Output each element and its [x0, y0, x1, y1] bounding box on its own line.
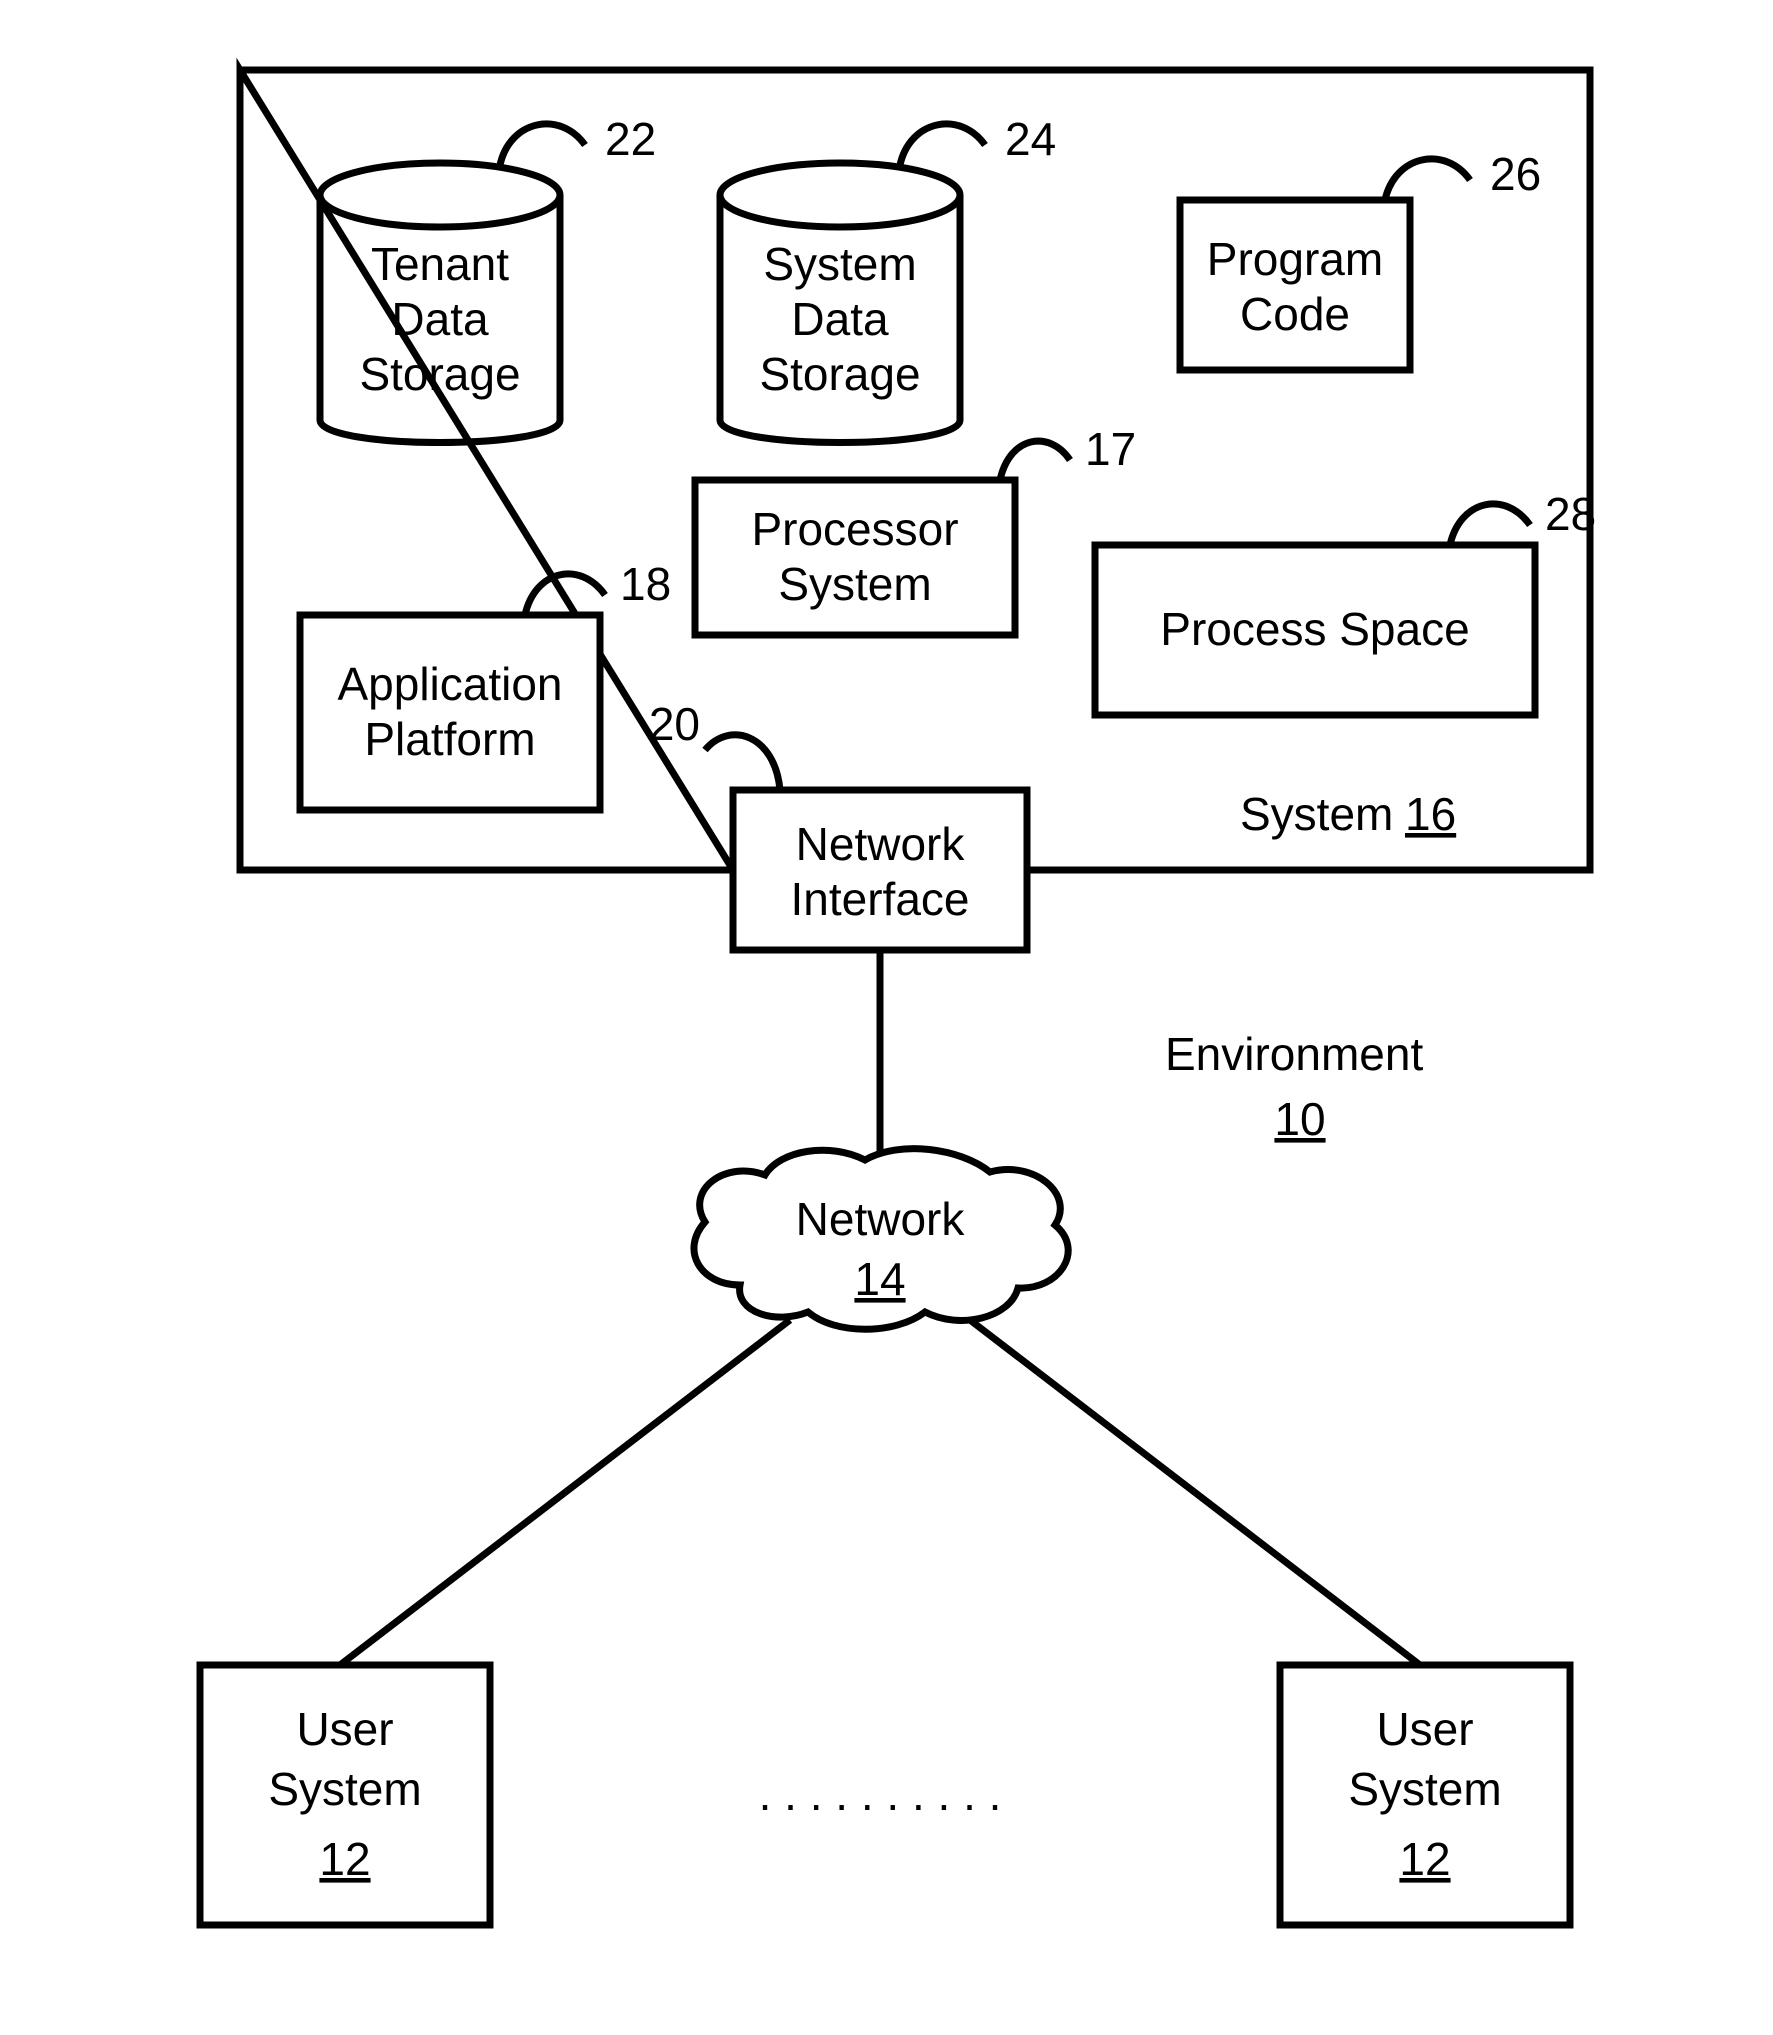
process-space-ref: 28 [1545, 488, 1596, 540]
processor-system-label1: Processor [751, 503, 958, 555]
network-interface-ref: 20 [649, 698, 700, 750]
connector-network-user-left [340, 1320, 790, 1665]
network-ref: 14 [854, 1253, 905, 1305]
user-system-right-label2: System [1348, 1763, 1501, 1815]
tenant-data-storage-label2: Data [391, 293, 489, 345]
system-data-storage: System Data Storage 24 [720, 113, 1056, 443]
application-platform-ref: 18 [620, 558, 671, 610]
tenant-data-storage-label3: Storage [359, 348, 520, 400]
environment-label: Environment 10 [1165, 1028, 1423, 1145]
user-system-left-label2: System [268, 1763, 421, 1815]
diagram-canvas: Tenant Data Storage 22 System Data Stora… [0, 0, 1773, 2030]
system-ref: 16 [1405, 788, 1456, 840]
processor-system: Processor System 17 [695, 423, 1136, 635]
program-code: Program Code 26 [1180, 148, 1541, 370]
network-interface-label2: Interface [791, 873, 970, 925]
user-system-left-label1: User [296, 1703, 393, 1755]
network-cloud: Network 14 [694, 1149, 1068, 1330]
program-code-label1: Program [1207, 233, 1383, 285]
tenant-data-storage-label1: Tenant [371, 238, 509, 290]
tenant-data-storage: Tenant Data Storage 22 [320, 113, 656, 443]
application-platform-label2: Platform [364, 713, 535, 765]
system-data-storage-label3: Storage [759, 348, 920, 400]
processor-system-ref: 17 [1085, 423, 1136, 475]
system-label-text: System [1240, 788, 1393, 840]
network-interface-label1: Network [796, 818, 966, 870]
processor-system-label2: System [778, 558, 931, 610]
system-data-storage-label1: System [763, 238, 916, 290]
ellipsis: . . . . . . . . . . [759, 1768, 1002, 1820]
program-code-label2: Code [1240, 288, 1350, 340]
process-space: Process Space 28 [1095, 488, 1596, 715]
user-system-left: User System 12 [200, 1665, 490, 1925]
system-label: System 16 [1240, 788, 1456, 840]
system-data-storage-ref: 24 [1005, 113, 1056, 165]
user-system-right: User System 12 [1280, 1665, 1570, 1925]
application-platform-label1: Application [337, 658, 562, 710]
environment-ref: 10 [1274, 1093, 1325, 1145]
user-system-left-ref: 12 [319, 1833, 370, 1885]
user-system-right-ref: 12 [1399, 1833, 1450, 1885]
network-label: Network [796, 1193, 966, 1245]
environment-label-text: Environment [1165, 1028, 1423, 1080]
process-space-label: Process Space [1160, 603, 1469, 655]
connector-network-user-right [970, 1320, 1420, 1665]
system-data-storage-label2: Data [791, 293, 889, 345]
tenant-data-storage-ref: 22 [605, 113, 656, 165]
user-system-right-label1: User [1376, 1703, 1473, 1755]
program-code-ref: 26 [1490, 148, 1541, 200]
